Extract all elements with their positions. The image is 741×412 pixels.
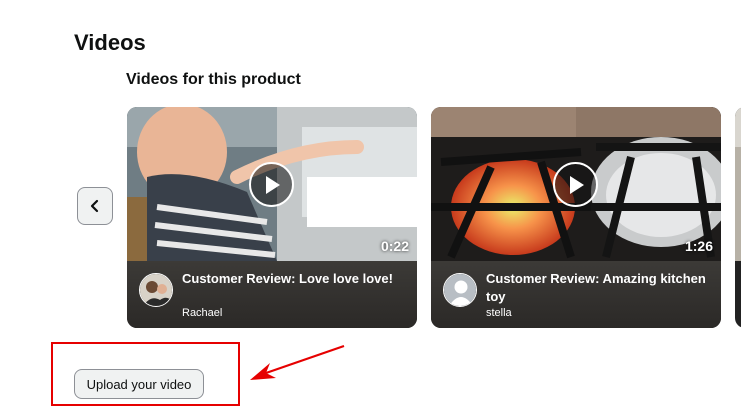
- reviewer-avatar: [139, 273, 173, 307]
- reviewer-name: stella: [486, 307, 512, 319]
- reviewer-avatar-default: [443, 273, 477, 307]
- video-title[interactable]: Customer Review: Love love love!: [182, 270, 402, 288]
- video-title[interactable]: Customer Review: Amazing kitchen toy: [486, 270, 706, 306]
- upload-video-button[interactable]: Upload your video: [74, 369, 204, 399]
- video-duration: 1:26: [684, 238, 713, 254]
- play-button[interactable]: [249, 162, 294, 207]
- video-duration: 0:22: [380, 238, 409, 254]
- section-title: Videos: [74, 30, 146, 55]
- carousel-prev-button[interactable]: [77, 187, 113, 225]
- video-info: Customer Review: Love love love! Rachael: [127, 261, 417, 328]
- reviewer-name: Rachael: [182, 307, 223, 319]
- video-card[interactable]: 0:22 Customer Review: Love love love! Ra…: [127, 107, 417, 328]
- user-icon: [444, 274, 476, 306]
- play-icon: [569, 175, 584, 194]
- annotation-arrow-icon: [250, 344, 345, 380]
- video-card-partial[interactable]: [735, 107, 741, 328]
- video-card[interactable]: 1:26 Customer Review: Amazing kitchen to…: [431, 107, 721, 328]
- videos-section: Videos Videos for this product 0:22 Cust…: [0, 0, 741, 412]
- video-info: Customer Review: Amazing kitchen toy ste…: [431, 261, 721, 328]
- play-button[interactable]: [553, 162, 598, 207]
- play-icon: [265, 175, 280, 194]
- section-subtitle: Videos for this product: [126, 71, 301, 88]
- video-thumbnail: [735, 107, 741, 261]
- chevron-left-icon: [90, 199, 99, 213]
